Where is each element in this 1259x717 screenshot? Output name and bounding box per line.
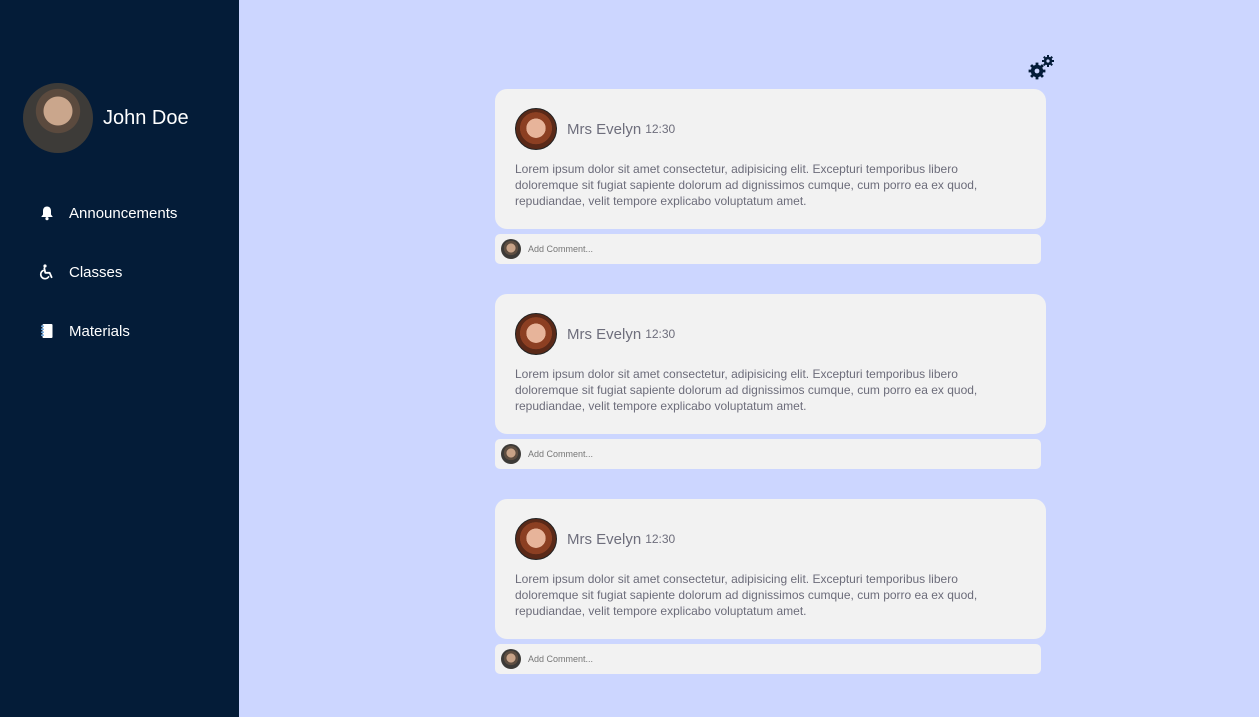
author-avatar	[515, 108, 557, 150]
post-header: Mrs Evelyn 12:30	[515, 313, 675, 355]
bell-icon	[38, 204, 56, 222]
post-time: 12:30	[645, 122, 676, 136]
sidebar-item-materials[interactable]: Materials	[38, 316, 177, 346]
sidebar-item-label: Classes	[69, 263, 123, 281]
sidebar-nav: Announcements Classes Materials	[38, 198, 177, 375]
commenter-avatar	[501, 649, 521, 669]
comment-bar	[495, 439, 1041, 469]
post-header: Mrs Evelyn 12:30	[515, 518, 675, 560]
user-avatar	[23, 83, 93, 153]
post-time: 12:30	[645, 532, 676, 546]
announcement-card: Mrs Evelyn 12:30 Lorem ipsum dolor sit a…	[495, 294, 1046, 434]
notebook-icon	[38, 322, 56, 340]
comment-input[interactable]	[528, 449, 1018, 459]
announcement-card: Mrs Evelyn 12:30 Lorem ipsum dolor sit a…	[495, 89, 1046, 229]
post-body: Lorem ipsum dolor sit amet consectetur, …	[515, 162, 978, 208]
post-body: Lorem ipsum dolor sit amet consectetur, …	[515, 367, 978, 413]
comment-input[interactable]	[528, 654, 1018, 664]
comment-input[interactable]	[528, 244, 1018, 254]
author-name: Mrs Evelyn	[567, 530, 642, 548]
author-name: Mrs Evelyn	[567, 325, 642, 343]
sidebar-item-label: Announcements	[69, 204, 178, 222]
gears-icon	[1028, 55, 1054, 80]
post-header: Mrs Evelyn 12:30	[515, 108, 675, 150]
settings-button[interactable]	[1026, 52, 1056, 82]
announcement-card: Mrs Evelyn 12:30 Lorem ipsum dolor sit a…	[495, 499, 1046, 639]
author-avatar	[515, 313, 557, 355]
comment-bar	[495, 234, 1041, 264]
commenter-avatar	[501, 444, 521, 464]
commenter-avatar	[501, 239, 521, 259]
post-time: 12:30	[645, 327, 676, 341]
author-name: Mrs Evelyn	[567, 120, 642, 138]
user-name: John Doe	[103, 106, 189, 129]
sidebar: John Doe Announcements Classes Materials	[0, 0, 239, 717]
author-avatar	[515, 518, 557, 560]
wheelchair-icon	[38, 263, 56, 281]
post-body: Lorem ipsum dolor sit amet consectetur, …	[515, 572, 978, 618]
user-profile[interactable]: John Doe	[23, 83, 189, 153]
sidebar-item-label: Materials	[69, 322, 130, 340]
comment-bar	[495, 644, 1041, 674]
sidebar-item-announcements[interactable]: Announcements	[38, 198, 177, 228]
sidebar-item-classes[interactable]: Classes	[38, 257, 177, 287]
